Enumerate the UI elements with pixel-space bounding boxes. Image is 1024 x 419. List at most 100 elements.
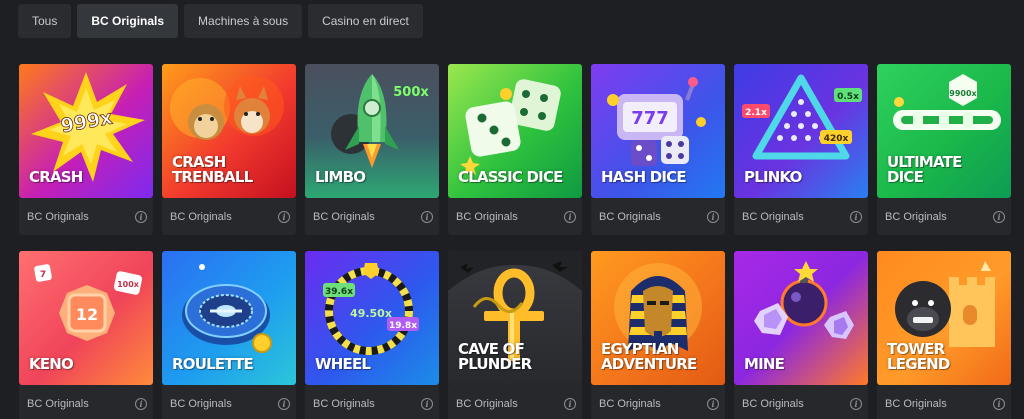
info-icon[interactable]: i <box>421 397 433 410</box>
game-provider: BC Originals <box>170 397 232 410</box>
svg-text:12: 12 <box>76 305 98 324</box>
game-card-crash-trenball[interactable]: CRASH TRENBALL BC Originals i <box>162 64 296 235</box>
game-provider: BC Originals <box>885 397 947 410</box>
game-meta: BC Originals i <box>448 385 582 419</box>
game-title: ROULETTE <box>172 355 254 373</box>
game-meta: BC Originals i <box>305 385 439 419</box>
info-icon[interactable]: i <box>850 397 862 410</box>
svg-text:19.8x: 19.8x <box>389 321 417 331</box>
game-card-hash-dice[interactable]: 777 HASH DICE BC Originals i <box>591 64 725 235</box>
game-thumbnail[interactable]: 777 HASH DICE <box>591 64 725 198</box>
multiplier-text: 500x <box>393 85 429 100</box>
svg-text:9900x: 9900x <box>949 89 977 98</box>
category-tabs: Tous BC Originals Machines à sous Casino… <box>18 4 423 38</box>
svg-text:39.6x: 39.6x <box>325 287 353 297</box>
game-card-classic-dice[interactable]: CLASSIC DICE BC Originals i <box>448 64 582 235</box>
game-thumbnail[interactable]: CRASH TRENBALL <box>162 64 296 198</box>
game-thumbnail[interactable]: 39.6x 49.50x 19.8x WHEEL <box>305 251 439 385</box>
game-provider: BC Originals <box>599 397 661 410</box>
info-icon[interactable]: i <box>993 210 1005 223</box>
info-icon[interactable]: i <box>135 397 147 410</box>
svg-text:7: 7 <box>40 270 46 280</box>
svg-text:100x: 100x <box>117 280 140 289</box>
game-provider: BC Originals <box>742 397 804 410</box>
game-title: PLINKO <box>744 168 802 186</box>
game-provider: BC Originals <box>170 210 232 223</box>
tab-tous[interactable]: Tous <box>18 4 72 38</box>
game-provider: BC Originals <box>456 397 518 410</box>
game-meta: BC Originals i <box>734 385 868 419</box>
info-icon[interactable]: i <box>707 397 719 410</box>
game-meta: BC Originals i <box>162 198 296 235</box>
game-thumbnail[interactable]: CLASSIC DICE <box>448 64 582 198</box>
game-thumbnail[interactable]: TOWER LEGEND <box>877 251 1011 385</box>
game-provider: BC Originals <box>313 210 375 223</box>
tab-bc-originals[interactable]: BC Originals <box>77 4 179 38</box>
game-provider: BC Originals <box>313 397 375 410</box>
svg-text:2.1x: 2.1x <box>745 108 767 118</box>
game-thumbnail[interactable]: 500x LIMBO <box>305 64 439 198</box>
game-thumbnail[interactable]: EGYPTIAN ADVENTURE <box>591 251 725 385</box>
game-meta: BC Originals i <box>162 385 296 419</box>
game-title: CRASH <box>29 168 83 186</box>
games-grid: 999x CRASH BC Originals i CRASH TRENBALL… <box>19 64 1011 419</box>
tab-casino-en-direct[interactable]: Casino en direct <box>308 4 423 38</box>
reel-text: 777 <box>631 108 669 129</box>
game-meta: BC Originals i <box>591 385 725 419</box>
game-card-tower-legend[interactable]: TOWER LEGEND BC Originals i <box>877 251 1011 419</box>
game-card-ultimate-dice[interactable]: 9900x ULTIMATE DICE BC Originals i <box>877 64 1011 235</box>
game-card-egyptian-adventure[interactable]: EGYPTIAN ADVENTURE BC Originals i <box>591 251 725 419</box>
game-provider: BC Originals <box>599 210 661 223</box>
game-title: CAVE OF PLUNDER <box>458 340 532 373</box>
game-meta: BC Originals i <box>591 198 725 235</box>
game-title: LIMBO <box>315 168 366 186</box>
info-icon[interactable]: i <box>278 397 290 410</box>
svg-text:420x: 420x <box>824 134 849 144</box>
game-title: WHEEL <box>315 355 371 373</box>
game-meta: BC Originals i <box>877 385 1011 419</box>
game-meta: BC Originals i <box>19 198 153 235</box>
game-meta: BC Originals i <box>448 198 582 235</box>
game-card-roulette[interactable]: ROULETTE BC Originals i <box>162 251 296 419</box>
game-thumbnail[interactable]: 9900x ULTIMATE DICE <box>877 64 1011 198</box>
info-icon[interactable]: i <box>850 210 862 223</box>
game-thumbnail[interactable]: 2.1x 0.5x 420x PLINKO <box>734 64 868 198</box>
info-icon[interactable]: i <box>135 210 147 223</box>
game-provider: BC Originals <box>885 210 947 223</box>
game-provider: BC Originals <box>27 210 89 223</box>
game-meta: BC Originals i <box>734 198 868 235</box>
game-title: EGYPTIAN ADVENTURE <box>601 340 697 373</box>
game-meta: BC Originals i <box>305 198 439 235</box>
game-title: CLASSIC DICE <box>458 168 563 186</box>
game-title: TOWER LEGEND <box>887 340 950 373</box>
game-title: KENO <box>29 355 74 373</box>
game-card-limbo[interactable]: 500x LIMBO BC Originals i <box>305 64 439 235</box>
game-provider: BC Originals <box>456 210 518 223</box>
info-icon[interactable]: i <box>993 397 1005 410</box>
info-icon[interactable]: i <box>278 210 290 223</box>
game-card-crash[interactable]: 999x CRASH BC Originals i <box>19 64 153 235</box>
info-icon[interactable]: i <box>421 210 433 223</box>
game-thumbnail[interactable]: ROULETTE <box>162 251 296 385</box>
game-card-keno[interactable]: 7 12 100x KENO BC Originals i <box>19 251 153 419</box>
game-card-wheel[interactable]: 39.6x 49.50x 19.8x WHEEL BC Originals i <box>305 251 439 419</box>
game-provider: BC Originals <box>27 397 89 410</box>
game-thumbnail[interactable]: 7 12 100x KENO <box>19 251 153 385</box>
game-title: ULTIMATE DICE <box>887 153 962 186</box>
game-title: HASH DICE <box>601 168 687 186</box>
game-title: MINE <box>744 355 785 373</box>
tab-machines-a-sous[interactable]: Machines à sous <box>184 4 303 38</box>
game-thumbnail[interactable]: 999x CRASH <box>19 64 153 198</box>
game-provider: BC Originals <box>742 210 804 223</box>
info-icon[interactable]: i <box>564 210 576 223</box>
game-thumbnail[interactable]: CAVE OF PLUNDER <box>448 251 582 385</box>
info-icon[interactable]: i <box>707 210 719 223</box>
info-icon[interactable]: i <box>564 397 576 410</box>
game-meta: BC Originals i <box>877 198 1011 235</box>
game-meta: BC Originals i <box>19 385 153 419</box>
game-card-cave-of-plunder[interactable]: CAVE OF PLUNDER BC Originals i <box>448 251 582 419</box>
game-title: CRASH TRENBALL <box>172 153 253 186</box>
game-card-plinko[interactable]: 2.1x 0.5x 420x PLINKO BC Originals i <box>734 64 868 235</box>
game-card-mine[interactable]: MINE BC Originals i <box>734 251 868 419</box>
game-thumbnail[interactable]: MINE <box>734 251 868 385</box>
